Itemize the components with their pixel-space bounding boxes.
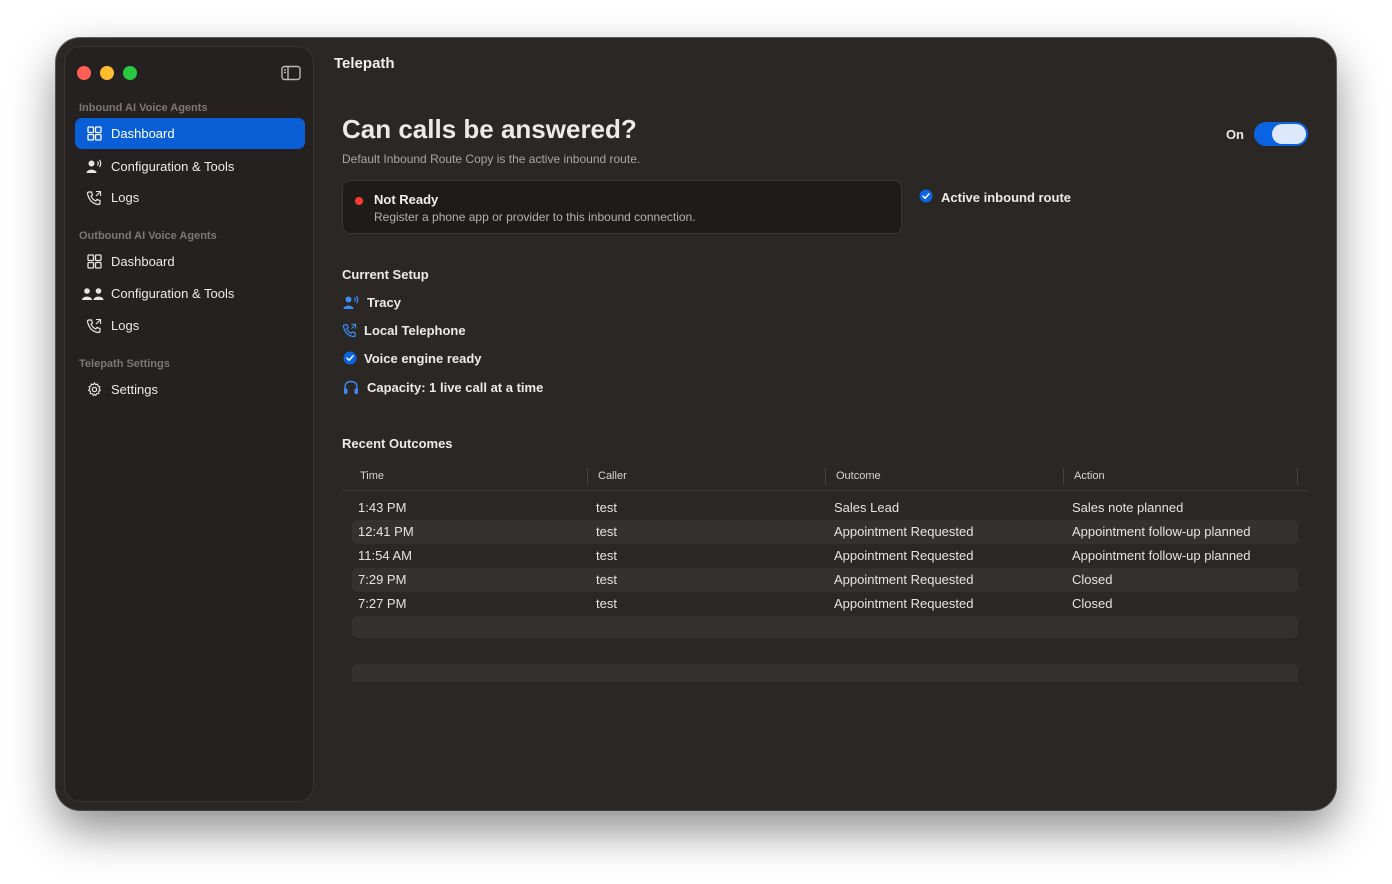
cell-outcome: Appointment Requested — [834, 596, 974, 611]
zoom-window-button[interactable] — [123, 66, 137, 80]
sidebar-item-label: Configuration & Tools — [111, 286, 235, 301]
column-header-action[interactable]: Action — [1074, 470, 1105, 482]
cell-outcome: Appointment Requested — [834, 524, 974, 539]
status-description: Register a phone app or provider to this… — [374, 210, 696, 224]
sidebar-item-inbound-dashboard[interactable]: Dashboard — [75, 118, 305, 149]
grid-icon — [85, 125, 103, 143]
setup-item-telephony: Local Telephone — [342, 321, 466, 339]
status-title: Not Ready — [374, 192, 439, 207]
answer-calls-toggle[interactable] — [1254, 122, 1308, 146]
empty-table-row — [352, 616, 1298, 638]
cell-time: 7:27 PM — [358, 596, 407, 611]
current-setup-heading: Current Setup — [342, 267, 429, 282]
setup-item-agent: Tracy — [342, 293, 401, 311]
checkmark-circle-icon — [342, 349, 357, 367]
sidebar-item-outbound-logs[interactable]: Logs — [75, 310, 305, 341]
cell-action: Sales note planned — [1072, 500, 1184, 515]
sidebar-item-label: Configuration & Tools — [111, 159, 235, 174]
person-wave-icon — [342, 293, 360, 311]
cell-caller: test — [596, 524, 617, 539]
close-window-button[interactable] — [77, 66, 91, 80]
cell-caller: test — [596, 596, 617, 611]
grid-icon — [85, 253, 103, 271]
window-controls — [77, 66, 137, 80]
cell-action: Closed — [1072, 572, 1113, 587]
column-header-caller[interactable]: Caller — [598, 470, 627, 482]
setup-item-label: Local Telephone — [364, 322, 466, 338]
sidebar: Inbound AI Voice Agents Dashboard Config… — [64, 46, 314, 802]
answer-calls-toggle-group: On — [1226, 122, 1308, 146]
sidebar-item-outbound-dashboard[interactable]: Dashboard — [75, 246, 305, 277]
cell-action: Appointment follow-up planned — [1072, 524, 1251, 539]
column-divider — [1297, 468, 1298, 485]
sidebar-item-inbound-logs[interactable]: Logs — [75, 182, 305, 213]
column-divider — [587, 468, 588, 485]
table-row[interactable]: 7:27 PM test Appointment Requested Close… — [352, 592, 1298, 616]
page-title: Can calls be answered? — [342, 114, 637, 144]
phone-log-icon — [85, 317, 103, 335]
active-route-indicator: Active inbound route — [919, 189, 1071, 206]
person-wave-icon — [85, 158, 103, 176]
column-divider — [825, 468, 826, 485]
setup-item-label: Capacity: 1 live call at a time — [367, 379, 544, 395]
setup-item-voice-engine: Voice engine ready — [342, 349, 482, 367]
sidebar-item-label: Dashboard — [111, 126, 175, 141]
phone-log-icon — [85, 189, 103, 207]
page-subtitle: Default Inbound Route Copy is the active… — [342, 152, 641, 166]
column-header-outcome[interactable]: Outcome — [836, 470, 881, 482]
sidebar-item-label: Settings — [111, 382, 158, 397]
cell-caller: test — [596, 548, 617, 563]
empty-table-row — [352, 664, 1298, 682]
cell-time: 11:54 AM — [358, 548, 412, 563]
main-content: Can calls be answered? Default Inbound R… — [342, 38, 1336, 810]
table-row[interactable]: 1:43 PM test Sales Lead Sales note plann… — [352, 496, 1298, 520]
people-icon — [81, 285, 105, 303]
cell-time: 1:43 PM — [358, 500, 407, 515]
cell-caller: test — [596, 572, 617, 587]
cell-action: Closed — [1072, 596, 1113, 611]
cell-time: 12:41 PM — [358, 524, 414, 539]
column-header-time[interactable]: Time — [360, 470, 384, 482]
cell-outcome: Appointment Requested — [834, 572, 974, 587]
sidebar-item-label: Logs — [111, 190, 140, 205]
status-dot-icon — [355, 197, 363, 205]
phone-icon — [342, 321, 357, 339]
table-row[interactable]: 7:29 PM test Appointment Requested Close… — [352, 568, 1298, 592]
section-label-settings: Telepath Settings — [79, 358, 170, 370]
toggle-label: On — [1225, 126, 1244, 142]
cell-action: Appointment follow-up planned — [1072, 548, 1251, 563]
checkmark-circle-icon — [919, 189, 933, 206]
setup-item-capacity: Capacity: 1 live call at a time — [342, 378, 543, 396]
sidebar-item-label: Dashboard — [111, 254, 175, 269]
sidebar-item-settings[interactable]: Settings — [75, 374, 305, 405]
cell-caller: test — [596, 500, 617, 515]
table-header: Time Caller Outcome Action — [342, 462, 1308, 491]
sidebar-item-inbound-configuration[interactable]: Configuration & Tools — [75, 151, 305, 182]
column-divider — [1063, 468, 1064, 485]
cell-time: 7:29 PM — [358, 572, 407, 587]
cell-outcome: Appointment Requested — [834, 548, 974, 563]
setup-item-label: Voice engine ready — [364, 350, 482, 366]
status-card: Not Ready Register a phone app or provid… — [342, 180, 902, 234]
section-label-outbound: Outbound AI Voice Agents — [79, 230, 217, 242]
setup-item-label: Tracy — [367, 294, 401, 310]
active-route-label: Active inbound route — [941, 190, 1071, 205]
cell-outcome: Sales Lead — [834, 500, 900, 515]
recent-outcomes-table: Time Caller Outcome Action 1:43 PM test … — [342, 462, 1308, 682]
recent-outcomes-heading: Recent Outcomes — [342, 436, 453, 451]
table-row[interactable]: 11:54 AM test Appointment Requested Appo… — [352, 544, 1298, 568]
sidebar-item-outbound-configuration[interactable]: Configuration & Tools — [75, 278, 305, 309]
sidebar-item-label: Logs — [111, 318, 140, 333]
minimize-window-button[interactable] — [100, 66, 114, 80]
toggle-knob — [1272, 124, 1306, 144]
headset-icon — [342, 378, 360, 396]
app-window: Inbound AI Voice Agents Dashboard Config… — [56, 38, 1336, 810]
gear-icon — [85, 381, 103, 399]
sidebar-toggle-icon[interactable] — [281, 65, 301, 81]
table-row[interactable]: 12:41 PM test Appointment Requested Appo… — [352, 520, 1298, 544]
section-label-inbound: Inbound AI Voice Agents — [79, 102, 208, 114]
